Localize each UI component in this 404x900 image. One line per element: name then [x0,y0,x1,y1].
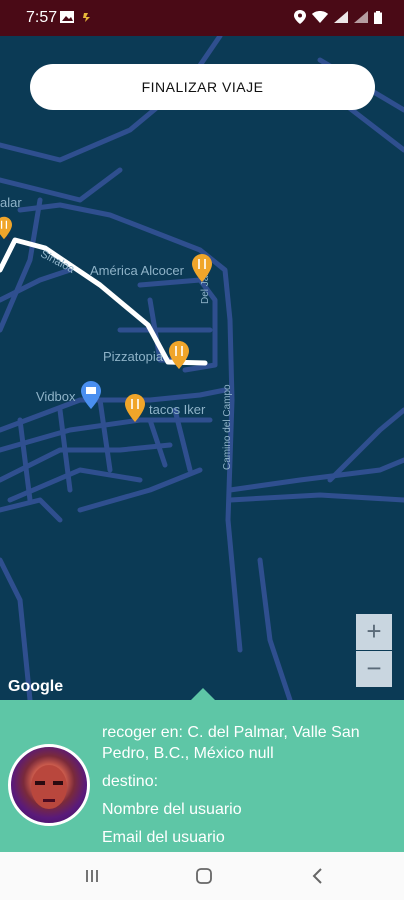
status-left-icons [60,11,92,23]
gallery-icon [60,11,74,23]
sheet-notch [191,688,215,700]
map-roads [0,36,404,702]
status-time: 7:57 [26,9,58,26]
map-label-street-left: alar [0,195,22,210]
avatar [8,744,90,826]
pickup-text: recoger en: C. del Palmar, Valle San Ped… [102,724,360,762]
trip-info-sheet: recoger en: C. del Palmar, Valle San Ped… [0,688,404,852]
status-right-icons [294,10,382,24]
app-notification-icon [83,13,90,22]
wifi-icon [312,11,328,23]
home-icon [196,868,212,884]
battery-icon [374,10,382,24]
restaurant-pin-icon[interactable] [192,254,212,282]
status-bar: 7:57 [0,0,404,36]
face-image [31,765,67,809]
back-icon [312,868,322,884]
navigation-bar [0,852,404,900]
recents-icon [86,870,98,882]
map-label-pizzatopia: Pizzatopia [103,349,163,364]
map-label-america: América Alcocer [90,263,184,278]
map-view[interactable]: alar Sinaloa América Alcocer Del Jardín … [0,36,404,702]
map-label-tacos: tacos Iker [149,402,206,417]
store-pin-icon[interactable] [81,381,101,409]
back-button[interactable] [306,864,330,888]
restaurant-pin-icon[interactable] [0,216,12,240]
restaurant-pin-icon[interactable] [169,341,189,369]
zoom-out-button[interactable]: − [356,651,392,687]
signal-icon-2 [354,11,368,23]
destination-text: destino: [102,773,159,790]
google-logo: Google [8,678,64,695]
home-button[interactable] [192,864,216,888]
user-email-text: Email del usuario [102,829,225,846]
restaurant-pin-icon[interactable] [125,394,145,422]
user-name-text: Nombre del usuario [102,801,242,818]
map-label-vidbox: Vidbox [36,389,76,404]
location-icon [294,10,306,24]
finish-trip-button[interactable]: FINALIZAR VIAJE [30,64,375,110]
recents-button[interactable] [80,864,104,888]
zoom-in-button[interactable]: + [356,614,392,650]
map-label-camino: Camino del Campo [222,384,233,470]
signal-icon [334,11,348,23]
